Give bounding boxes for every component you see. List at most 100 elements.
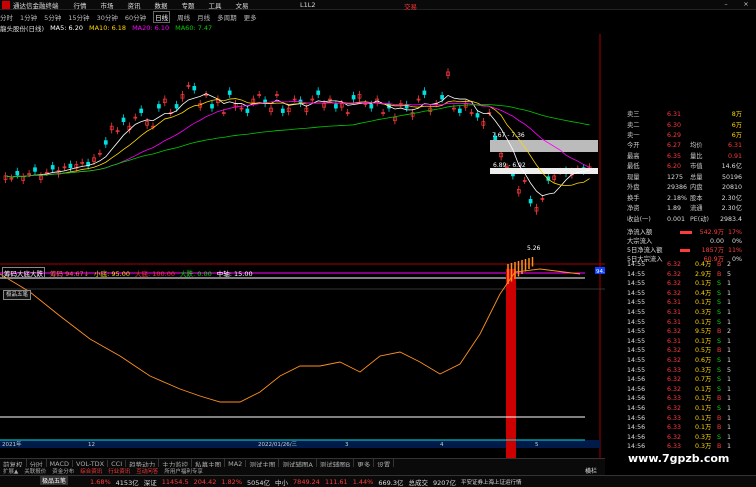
quote-key2: 流通 [690,205,703,212]
candle-body [210,104,214,109]
tick-price: 6.32 [667,347,682,355]
quote-key2: 市值 [690,163,703,170]
ext-tab-5[interactable]: 互动问答 [133,467,161,475]
quote-row: 净资 1.89 流通 2.30亿 [605,204,756,213]
tick-side: S [717,309,721,316]
side-tab-hengl[interactable]: 横栏 [585,466,597,475]
quote-key2: 总量 [690,173,703,181]
quote-row: 今开 6.27 均价 6.31 [605,141,756,150]
ext-tab-0[interactable]: 扩展▲ [0,467,21,475]
ext-tab-4[interactable]: 行业资讯 [105,467,133,475]
quote-value2: 2.30亿 [721,205,742,212]
quote-value: 6.31 [667,111,682,118]
indicator2-label[interactable]: 极品五笔 [3,290,31,300]
resistance-label-1: 7.67 - 7.36 [492,132,525,139]
status-v3: 669.3亿 [378,478,404,487]
flow-key: 净流入额 [627,229,653,236]
trade-button[interactable]: 交易 [404,1,417,11]
tick-vol: 0.5万 [695,347,712,355]
menu-shichang[interactable]: 市场 [101,0,114,10]
candle-body [440,95,444,100]
tick-time: 14:56 [627,443,646,451]
period-9[interactable]: 多周期 [217,12,237,22]
period-5[interactable]: 60分钟 [125,12,146,22]
tick-price: 6.31 [667,318,682,326]
tick-side: B [717,424,722,432]
menu-shuju[interactable]: 数据 [155,0,168,10]
tick-count: 1 [727,357,732,364]
ext-tab-2[interactable]: 资金分布 [49,467,77,475]
period-2[interactable]: 5分钟 [44,12,61,22]
period-1[interactable]: 1分钟 [20,12,37,22]
tick-price: 6.32 [667,357,682,364]
tick-side: S [717,376,721,384]
flow-row: 净流入额 542.9万 17% [605,228,756,237]
period-0[interactable]: 分时 [0,12,13,22]
tick-vol: 0.3万 [695,309,712,316]
ma-legend: 龍头股份(日线) MA5: 6.20 MA10: 6.18 MA20: 6.10… [0,23,605,33]
indicator1-legend: 筹码大底大跌 筹码 94.67↓ 小底: 95.00 大底: 100.00 大跌… [2,267,258,279]
ma5-label: MA5: 6.20 [50,24,83,32]
quote-key2: 内盘 [690,184,703,191]
quote-key: 净资 [627,205,640,212]
date-label: 2021年 [2,440,22,448]
ma60-label: MA60: 7.47 [175,24,213,32]
flow-key: 大宗流入 [627,238,653,245]
quote-key: 收益(一) [627,215,651,223]
tick-side: S [717,299,721,307]
tick-row: 14:56 6.33 0.1万 B 1 [605,394,756,403]
flow-pct: 0% [732,238,742,245]
app-logo-icon [2,0,10,9]
tick-count: 1 [727,443,732,451]
period-7[interactable]: 周线 [177,12,190,22]
quote-value2: 2.30亿 [721,194,742,202]
status-idx2: 11454.5 [161,477,189,486]
ind1-red-bar [506,269,516,475]
tick-row: 14:56 6.32 0.3万 S 1 [605,433,756,442]
quote-value: 0.001 [667,215,686,223]
candle-body [192,86,197,91]
tick-time: 14:55 [627,261,646,268]
tick-row: 14:56 6.32 0.1万 S 1 [605,385,756,394]
period-3[interactable]: 15分钟 [68,12,89,22]
quote-value: 1275 [667,173,684,181]
tick-time: 14:56 [627,405,646,412]
tick-count: 1 [727,405,732,412]
menu-zixun[interactable]: 资讯 [128,0,141,10]
period-6[interactable]: 日线 [153,11,171,23]
candle-body [369,104,374,109]
menu-hangqing[interactable]: 行情 [74,0,87,10]
quote-value2: 8万 [731,111,742,118]
kline-chart[interactable]: 7.67 - 7.366.89 - 6.925.26 2021年 12 2022/0… [0,34,605,475]
tick-vol: 0.7万 [695,376,712,384]
period-4[interactable]: 30分钟 [97,12,118,22]
date-label: 3 [345,442,349,448]
quote-key: 现量 [627,173,640,181]
tick-side: S [717,357,721,364]
l1l2-label[interactable]: L1L2 [300,1,316,9]
tick-time: 14:55 [627,289,646,297]
period-10[interactable]: 更多 [244,12,257,22]
tick-time: 14:55 [627,357,646,364]
period-8[interactable]: 月线 [197,12,210,22]
ext-tab-1[interactable]: 关联报价 [21,467,49,475]
quote-key: 今开 [627,142,640,149]
tick-vol: 0.4万 [695,289,712,297]
tick-count: 1 [727,299,732,307]
menu-zhuanti[interactable]: 专题 [182,0,195,10]
status-bar: 1.68% 4153亿 深证 11454.5 204.42 1.82% 5054… [0,475,756,487]
ext-tab-6[interactable]: 所用户福利专享 [161,467,206,475]
tick-row: 14:56 6.33 0.3万 B 1 [605,442,756,451]
ext-tab-3[interactable]: 综合资讯 [77,467,105,475]
quote-value2: 50196 [721,173,742,181]
tick-time: 14:56 [627,414,646,422]
tick-count: 1 [727,414,732,422]
side-tab-jipin[interactable]: 极品五笔 [40,476,69,485]
menu-wenyi[interactable]: 文易 [236,0,249,10]
tick-price: 6.32 [667,405,682,412]
tick-side: B [717,347,722,355]
candle-body [475,113,480,118]
tick-side: B [717,261,722,268]
menu-gongju[interactable]: 工具 [209,0,222,10]
ind1-badge: 94.35 [596,269,605,275]
